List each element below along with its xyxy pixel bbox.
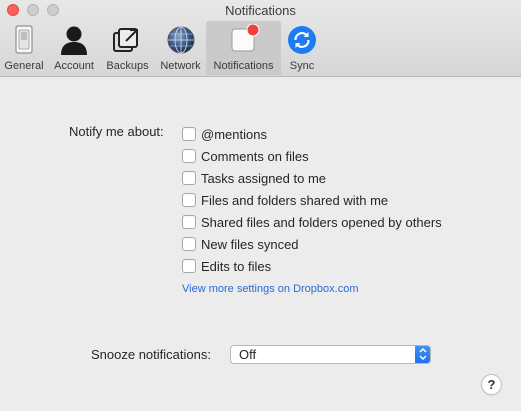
- tab-sync-label: Sync: [289, 60, 315, 72]
- notification-options-list: @mentions Comments on files Tasks assign…: [182, 123, 442, 277]
- option-label: New files synced: [201, 236, 299, 252]
- view-more-settings-link[interactable]: View more settings on Dropbox.com: [182, 283, 359, 295]
- edits-checkbox[interactable]: [182, 259, 196, 273]
- tab-backups[interactable]: Backups: [100, 21, 155, 75]
- option-label: @mentions: [201, 126, 267, 142]
- option-shared-opened-by-others[interactable]: Shared files and folders opened by other…: [182, 211, 442, 233]
- tab-backups-label: Backups: [106, 60, 149, 72]
- new-files-synced-checkbox[interactable]: [182, 237, 196, 251]
- tab-network[interactable]: Network: [155, 21, 206, 75]
- tab-sync[interactable]: Sync: [281, 21, 323, 75]
- option-tasks-assigned[interactable]: Tasks assigned to me: [182, 167, 442, 189]
- tab-account-label: Account: [54, 60, 94, 72]
- backup-icon: [112, 24, 144, 56]
- tasks-checkbox[interactable]: [182, 171, 196, 185]
- tab-general[interactable]: General: [0, 21, 48, 75]
- mentions-checkbox[interactable]: [182, 127, 196, 141]
- tab-notifications[interactable]: Notifications: [206, 21, 281, 75]
- globe-icon: [165, 24, 197, 56]
- preferences-window: Notifications General Account Backups Ne…: [0, 0, 521, 411]
- option-edits-to-files[interactable]: Edits to files: [182, 255, 442, 277]
- window-title: Notifications: [225, 3, 296, 18]
- shared-opened-checkbox[interactable]: [182, 215, 196, 229]
- option-label: Shared files and folders opened by other…: [201, 214, 442, 230]
- shared-with-me-checkbox[interactable]: [182, 193, 196, 207]
- option-mentions[interactable]: @mentions: [182, 123, 442, 145]
- preferences-toolbar: General Account Backups Network Notifica…: [0, 21, 323, 77]
- tab-account[interactable]: Account: [48, 21, 100, 75]
- notify-me-about-label: Notify me about:: [69, 124, 164, 139]
- switch-icon: [8, 24, 40, 56]
- comments-checkbox[interactable]: [182, 149, 196, 163]
- notifications-pane: Notify me about: @mentions Comments on f…: [0, 77, 521, 411]
- option-label: Comments on files: [201, 148, 309, 164]
- title-bar: Notifications General Account Backups Ne…: [0, 0, 521, 77]
- snooze-select[interactable]: Off: [230, 345, 431, 364]
- notification-badge-icon: [228, 24, 260, 56]
- sync-icon: [286, 24, 318, 56]
- option-new-files-synced[interactable]: New files synced: [182, 233, 442, 255]
- person-icon: [58, 24, 90, 56]
- option-shared-with-me[interactable]: Files and folders shared with me: [182, 189, 442, 211]
- snooze-selected-value: Off: [239, 347, 257, 362]
- option-label: Edits to files: [201, 258, 272, 274]
- option-label: Tasks assigned to me: [201, 170, 327, 186]
- tab-notifications-label: Notifications: [213, 60, 274, 72]
- option-label: Files and folders shared with me: [201, 192, 389, 208]
- option-comments-on-files[interactable]: Comments on files: [182, 145, 442, 167]
- tab-network-label: Network: [160, 60, 201, 72]
- snooze-notifications-label: Snooze notifications:: [91, 347, 211, 362]
- help-button[interactable]: ?: [481, 374, 502, 395]
- updown-chevron-icon: [415, 346, 430, 363]
- tab-general-label: General: [4, 60, 44, 72]
